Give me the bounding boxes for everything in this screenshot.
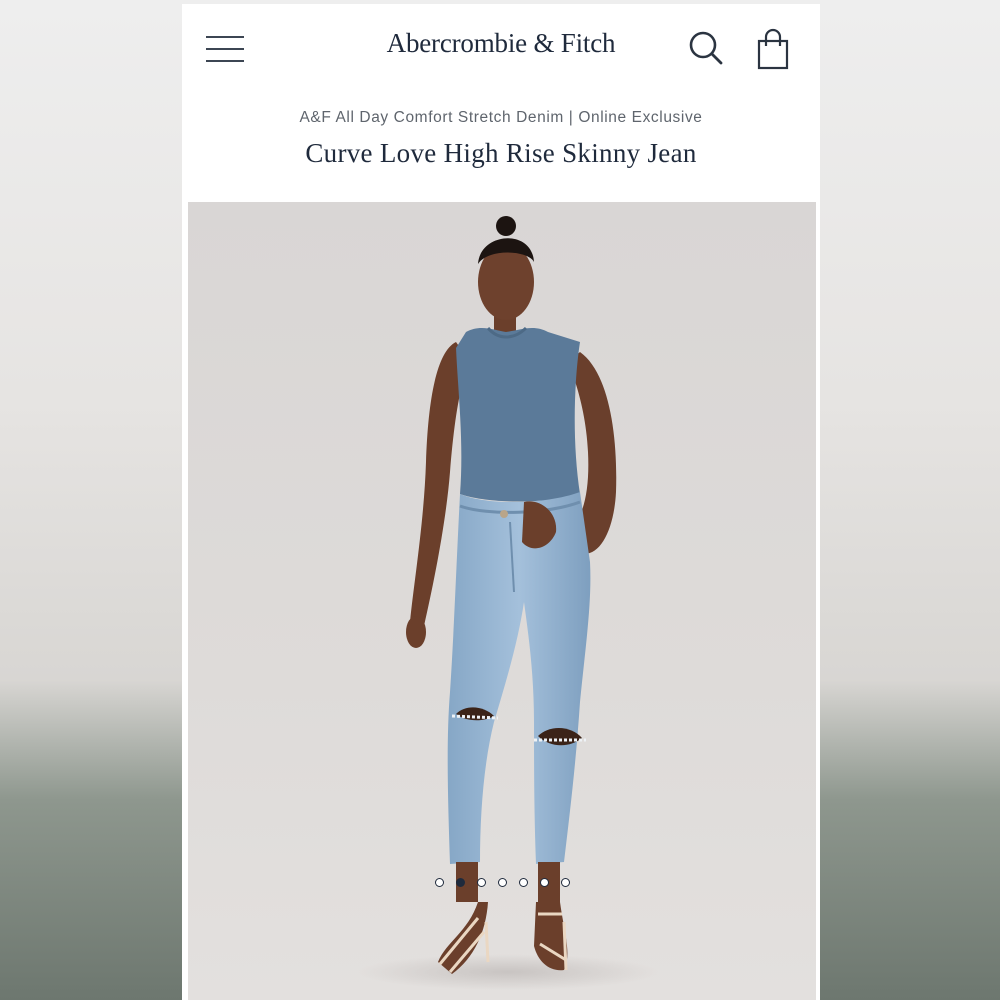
mobile-page: Abercrombie & Fitch A&F All Day Comfort … — [182, 4, 820, 1000]
shopping-bag-icon[interactable] — [754, 28, 792, 72]
product-image[interactable] — [188, 202, 816, 1000]
gallery-dot[interactable] — [476, 878, 486, 887]
gallery-dot[interactable] — [539, 878, 549, 887]
gallery-dot-active[interactable] — [455, 878, 465, 887]
gallery-dot[interactable] — [518, 878, 528, 887]
search-icon[interactable] — [686, 28, 726, 68]
gallery-dot[interactable] — [497, 878, 507, 887]
product-title: Curve Love High Rise Skinny Jean — [305, 138, 697, 168]
site-header: Abercrombie & Fitch — [182, 4, 820, 94]
gallery-pagination — [188, 878, 816, 887]
gallery-dot[interactable] — [560, 878, 570, 887]
gallery-dot[interactable] — [434, 878, 444, 887]
product-collection: A&F All Day Comfort Stretch Denim | Onli… — [299, 109, 703, 126]
